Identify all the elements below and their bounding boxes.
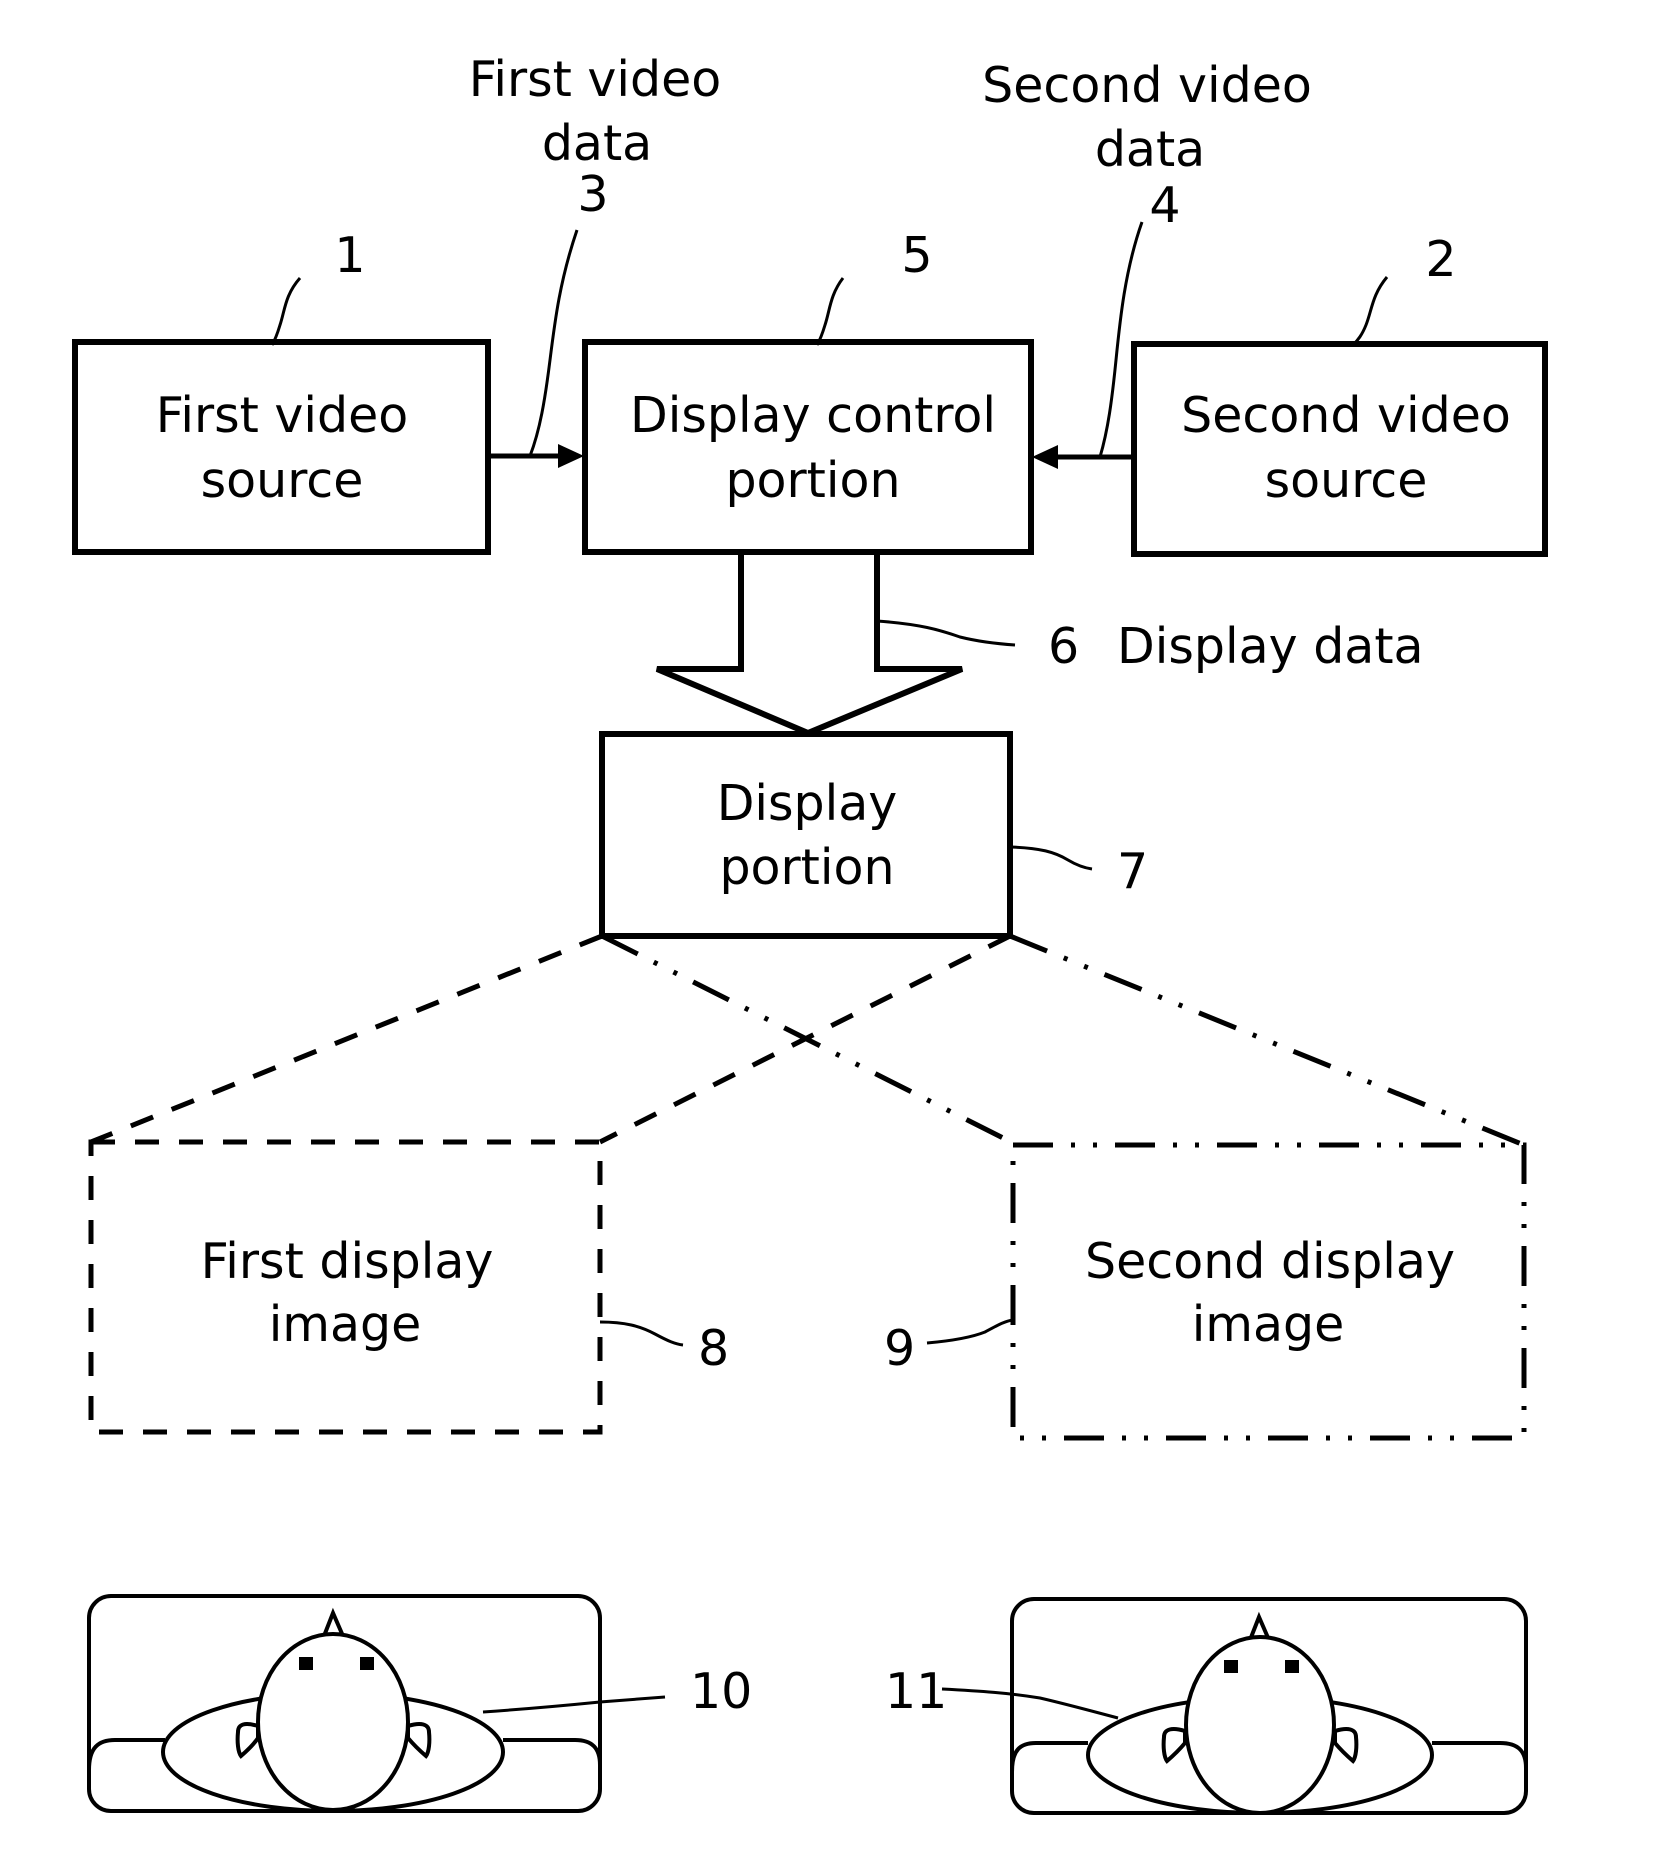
ref-5: 5: [901, 227, 932, 284]
leader-2: [1351, 276, 1389, 347]
leader-10: [482, 1695, 666, 1714]
first-viewer-head: [256, 1632, 410, 1812]
arrowhead-right-icon: [558, 444, 584, 468]
display-portion-line-2: portion: [719, 839, 894, 896]
first-viewer-eye-left-icon: [299, 1657, 313, 1670]
ref-10: 10: [690, 1663, 752, 1720]
second-display-image-line-1: Second display: [1085, 1233, 1455, 1290]
first-viewer-eye-right-icon: [360, 1657, 374, 1670]
ref-6: 6: [1048, 618, 1079, 675]
leader-6: [876, 619, 1016, 647]
display-data-label: Display data: [1117, 618, 1424, 675]
display-portion-block: Display portion: [599, 731, 1013, 939]
first-video-source-box: [72, 339, 491, 555]
first-video-data-arrow: [488, 444, 584, 468]
display-control-line-1: Display control: [630, 387, 996, 444]
first-view-boundary-left: [90, 933, 603, 1145]
first-display-image-line-1: First display: [201, 1233, 494, 1290]
ref-3: 3: [577, 166, 608, 223]
display-control-box: [582, 339, 1034, 555]
ref-7: 7: [1117, 843, 1148, 900]
second-display-image-block: Second display image: [1010, 1142, 1527, 1441]
second-viewer-head: [1184, 1635, 1336, 1815]
second-video-data-line-2: data: [1095, 121, 1205, 178]
leader-9: [926, 1318, 1014, 1345]
second-video-source-line-2: source: [1265, 452, 1428, 509]
second-display-image-box: [1010, 1142, 1527, 1441]
second-video-data-arrow: [1032, 445, 1134, 469]
leader-11: [941, 1687, 1119, 1720]
second-video-source-line-1: Second video: [1181, 387, 1511, 444]
second-view-boundary-right: [1009, 933, 1525, 1148]
second-viewer-eye-left-icon: [1224, 1660, 1238, 1673]
second-video-source-box: [1131, 341, 1548, 557]
ref-4: 4: [1149, 177, 1180, 234]
second-video-source-block: Second video source: [1131, 341, 1548, 557]
ref-9: 9: [884, 1320, 915, 1377]
display-control-block: Display control portion: [582, 339, 1034, 555]
first-video-data-label: First video data 3: [469, 51, 722, 223]
display-control-line-2: portion: [725, 452, 900, 509]
ref-8: 8: [698, 1320, 729, 1377]
first-display-image-line-2: image: [269, 1296, 422, 1353]
arrowhead-left-icon: [1032, 445, 1058, 469]
leader-1: [270, 277, 302, 346]
first-video-data-line-2: data: [542, 115, 652, 172]
first-display-image-block: First display image: [88, 1139, 603, 1435]
ref-1: 1: [334, 227, 365, 284]
second-viewer-illustration: [1010, 1597, 1528, 1815]
second-video-data-line-1: Second video: [982, 57, 1312, 114]
first-video-source-line-2: source: [201, 452, 364, 509]
second-display-image-line-2: image: [1192, 1296, 1345, 1353]
display-portion-box: [599, 731, 1013, 939]
second-video-data-label: Second video data 4: [982, 57, 1312, 234]
first-video-data-line-1: First video: [469, 51, 722, 108]
display-data-block-arrow: [655, 552, 964, 737]
patent-figure: First video data 3 Second video data 4 1…: [0, 0, 1662, 1866]
leader-5: [815, 277, 845, 346]
ref-2: 2: [1425, 231, 1456, 288]
block-diagram: First video data 3 Second video data 4 1…: [72, 51, 1548, 1815]
second-viewer-eye-right-icon: [1285, 1660, 1299, 1673]
display-portion-line-1: Display: [717, 775, 898, 832]
first-video-source-block: First video source: [72, 339, 491, 555]
leader-3: [528, 229, 579, 457]
first-video-source-line-1: First video: [156, 387, 409, 444]
leader-7: [1010, 845, 1093, 871]
leader-8: [599, 1320, 684, 1347]
first-viewer-illustration: [87, 1594, 602, 1813]
ref-11: 11: [885, 1663, 947, 1720]
